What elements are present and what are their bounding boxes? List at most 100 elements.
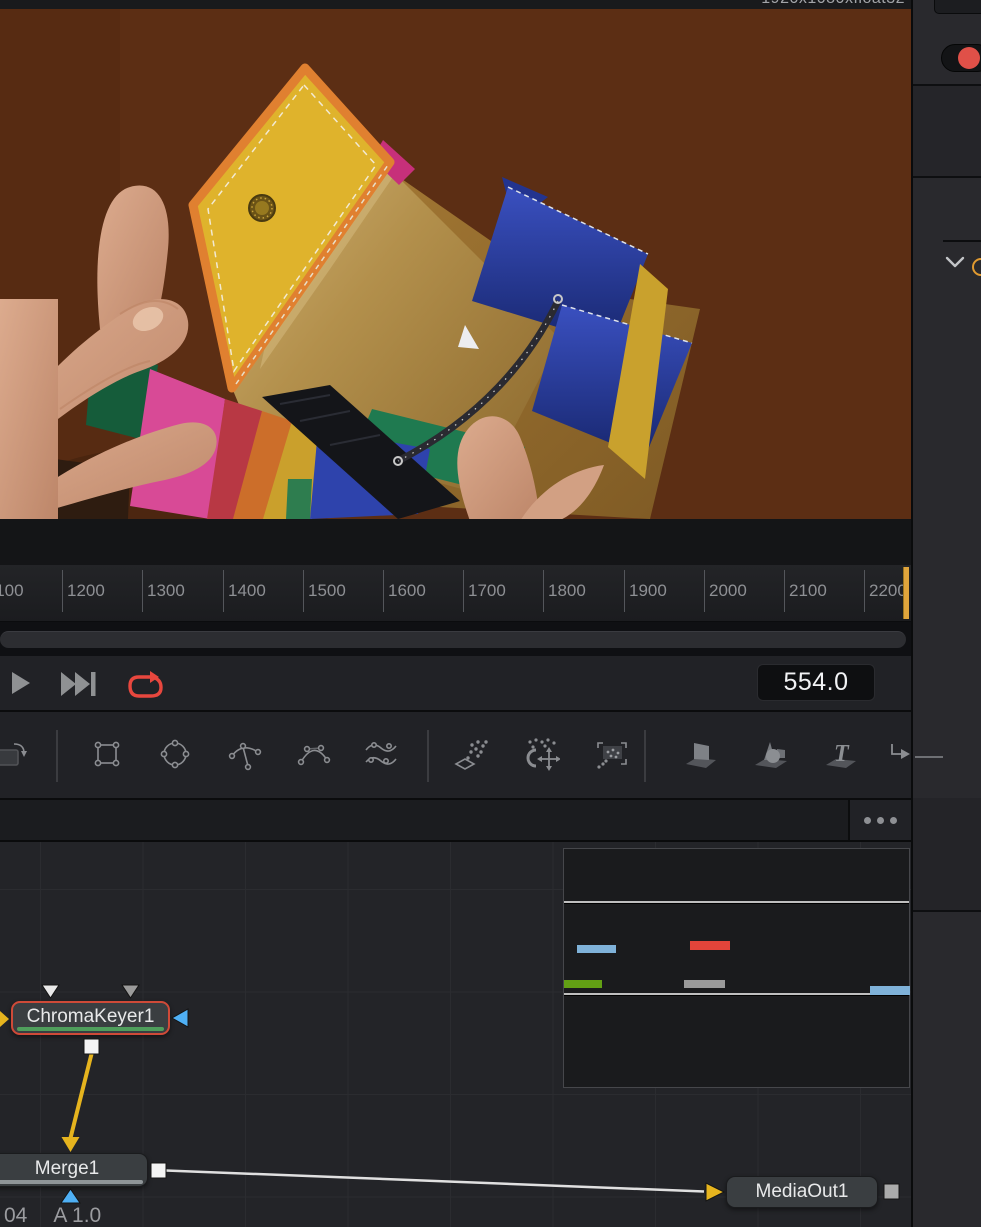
splitter-handle[interactable] [915, 756, 943, 758]
panel-section [913, 86, 981, 176]
toolbar: T [0, 712, 911, 800]
toolbar-divider [644, 730, 646, 782]
chromakeyer-input-port-1[interactable] [42, 985, 59, 998]
ruler-tick: 2000 [704, 570, 705, 612]
node-color-ring-icon [972, 258, 981, 276]
rectangle-mask-icon [88, 734, 126, 778]
mediaout-input-port[interactable] [706, 1183, 724, 1201]
tool-polygon-mask[interactable] [226, 730, 264, 782]
inspector-tab[interactable] [934, 0, 981, 14]
tool-shape-3d[interactable] [752, 730, 790, 782]
main-column: 1920x1080xfloat32 [0, 0, 911, 1227]
node-chromakeyer1[interactable]: ChromaKeyer1 [11, 1001, 170, 1035]
node-editor-header [0, 800, 911, 842]
tool-ellipse-mask[interactable] [156, 730, 194, 782]
timeline-scrollbar-track[interactable] [0, 622, 911, 656]
chevron-down-icon[interactable] [945, 256, 965, 269]
play-button[interactable] [10, 671, 50, 699]
toolbar-divider [56, 730, 58, 782]
tool-particle-force[interactable] [522, 730, 560, 782]
polygon-mask-icon [226, 734, 264, 778]
mediaout-right-port[interactable] [884, 1184, 899, 1199]
panel-divider [913, 910, 981, 912]
viewer-top-strip: 1920x1080xfloat32 [0, 0, 911, 9]
minimap-node-bar [564, 980, 602, 988]
fusion-app: 1920x1080xfloat32 [0, 0, 981, 1227]
status-left: 04 [4, 1204, 27, 1227]
ruler-tick: 1800 [543, 570, 544, 612]
toolbar-divider [427, 730, 429, 782]
shape-3d-icon [752, 734, 790, 778]
options-menu-button[interactable] [848, 800, 911, 840]
tool-particle-emitter[interactable] [452, 730, 490, 782]
node-merge1[interactable]: Merge1 [0, 1153, 148, 1187]
tool-merge-3d[interactable] [888, 730, 911, 782]
minimap-node-bar [690, 941, 730, 950]
minimap-node-bar [577, 945, 616, 953]
image-plane-3d-icon [682, 734, 720, 778]
video-frame-image [0, 9, 911, 519]
skip-to-end-button[interactable] [61, 671, 101, 699]
ruler-tick: 1500 [303, 570, 304, 612]
node-label: Merge1 [35, 1158, 99, 1179]
timeline-scrollbar-thumb[interactable] [0, 631, 906, 648]
minimap-node-bar [684, 980, 725, 988]
minimap-wire [564, 901, 909, 903]
section-divider [943, 240, 981, 242]
minimap-node-bar [870, 986, 910, 995]
panel-section [913, 798, 981, 910]
spline-icon [362, 734, 400, 778]
inspector-panel [911, 0, 981, 1227]
viewer-resolution-text: 1920x1080xfloat32 [761, 0, 905, 8]
particle-emitter-icon [452, 734, 490, 778]
merge-background-input-port[interactable] [61, 1189, 80, 1203]
navigator-minimap[interactable] [563, 848, 910, 1088]
play-icon [10, 671, 32, 695]
wire-chroma-to-merge [71, 1054, 92, 1138]
tool-transform[interactable] [0, 730, 28, 782]
ruler-tick: 1200 [62, 570, 63, 612]
ruler-tick: 2200 [864, 570, 865, 612]
ellipse-mask-icon [156, 734, 194, 778]
svg-text:T: T [834, 741, 850, 767]
tool-particle-render[interactable] [593, 730, 631, 782]
viewer-bottom-strip [0, 519, 911, 565]
tool-rectangle-mask[interactable] [88, 730, 126, 782]
chromakeyer-input-port-2[interactable] [122, 985, 139, 998]
chromakeyer-input-port-blue[interactable] [172, 1009, 188, 1027]
ruler-tick: 1700 [463, 570, 464, 612]
tool-bspline-mask[interactable] [295, 730, 333, 782]
merge-output-port[interactable] [151, 1163, 166, 1178]
playhead[interactable] [903, 567, 909, 619]
node-label: ChromaKeyer1 [27, 1006, 155, 1027]
ruler-tick: 1900 [624, 570, 625, 612]
skip-to-end-icon [61, 671, 97, 697]
timeline-ruler[interactable]: 1100 1200 1300 1400 1500 1600 1700 1800 … [0, 565, 911, 622]
transport-controls: 554.0 [0, 656, 911, 712]
node-status-strip [17, 1027, 164, 1031]
panel-divider [913, 176, 981, 178]
current-frame-field[interactable]: 554.0 [757, 664, 875, 701]
node-mediaout1[interactable]: MediaOut1 [726, 1176, 878, 1208]
minimap-wire [564, 993, 909, 995]
current-frame-value: 554.0 [783, 668, 848, 696]
wire-merge-to-mediaout [166, 1171, 704, 1192]
transform-icon [0, 734, 30, 778]
tool-spline[interactable] [362, 730, 400, 782]
viewer-panel[interactable]: 1920x1080xfloat32 [0, 0, 911, 565]
loop-icon [126, 671, 166, 703]
toggle-knob-icon [958, 47, 980, 69]
chromakeyer-output-port[interactable] [84, 1039, 99, 1054]
tool-image-plane-3d[interactable] [682, 730, 720, 782]
wire-arrowhead [62, 1137, 80, 1152]
node-editor[interactable]: ChromaKeyer1 Merge1 MediaOut1 [0, 842, 911, 1227]
ruler-tick: 1300 [142, 570, 143, 612]
ruler-tick: 2100 [784, 570, 785, 612]
node-label: MediaOut1 [756, 1181, 849, 1202]
effect-toggle[interactable] [941, 44, 981, 72]
ellipsis-icon [864, 817, 871, 824]
status-right: A 1.0 [53, 1204, 101, 1227]
loop-button[interactable] [126, 671, 166, 699]
tool-text-3d[interactable]: T [822, 730, 860, 782]
particle-render-icon [593, 734, 631, 778]
